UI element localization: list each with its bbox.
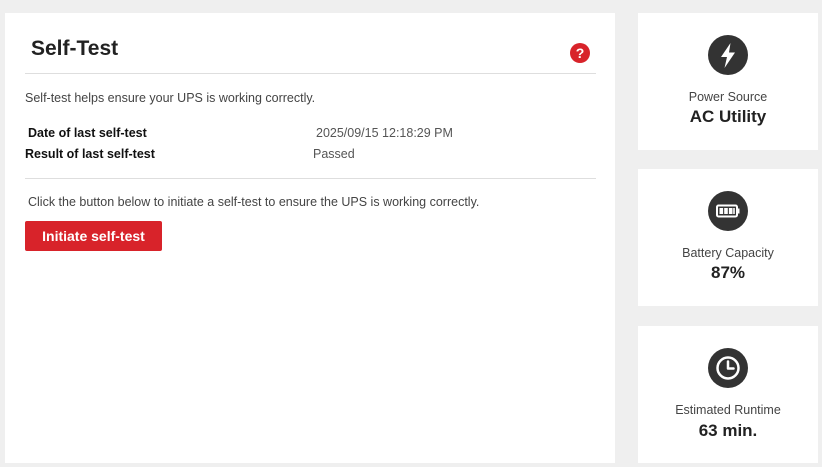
estimated-runtime-label: Estimated Runtime	[675, 403, 781, 417]
title-divider	[25, 73, 596, 74]
estimated-runtime-value: 63 min.	[698, 421, 758, 440]
last-self-test-date-value: 2025/09/15 12:18:29 PM	[316, 126, 453, 140]
power-source-card: Power Source AC Utility	[638, 13, 818, 150]
last-self-test-date-label: Date of last self-test	[28, 126, 147, 140]
power-source-label: Power Source	[688, 90, 768, 104]
self-test-panel: Self-Test ? Self-test helps ensure your …	[5, 13, 615, 463]
clock-icon	[708, 348, 748, 388]
initiate-self-test-button[interactable]: Initiate self-test	[25, 221, 162, 251]
page-title: Self-Test	[31, 37, 119, 60]
self-test-instruction: Click the button below to initiate a sel…	[28, 195, 480, 209]
last-self-test-result-label: Result of last self-test	[25, 147, 155, 161]
section-divider	[25, 178, 596, 179]
lightning-bolt-icon	[708, 35, 748, 75]
estimated-runtime-card: Estimated Runtime 63 min.	[638, 326, 818, 463]
help-icon[interactable]: ?	[570, 43, 590, 63]
power-source-value: AC Utility	[689, 107, 767, 126]
battery-capacity-label: Battery Capacity	[682, 246, 774, 260]
battery-capacity-value: 87%	[710, 263, 746, 282]
self-test-description: Self-test helps ensure your UPS is worki…	[25, 91, 316, 105]
battery-capacity-card: Battery Capacity 87%	[638, 169, 818, 306]
last-self-test-result-value: Passed	[313, 147, 355, 161]
battery-icon	[708, 191, 748, 231]
